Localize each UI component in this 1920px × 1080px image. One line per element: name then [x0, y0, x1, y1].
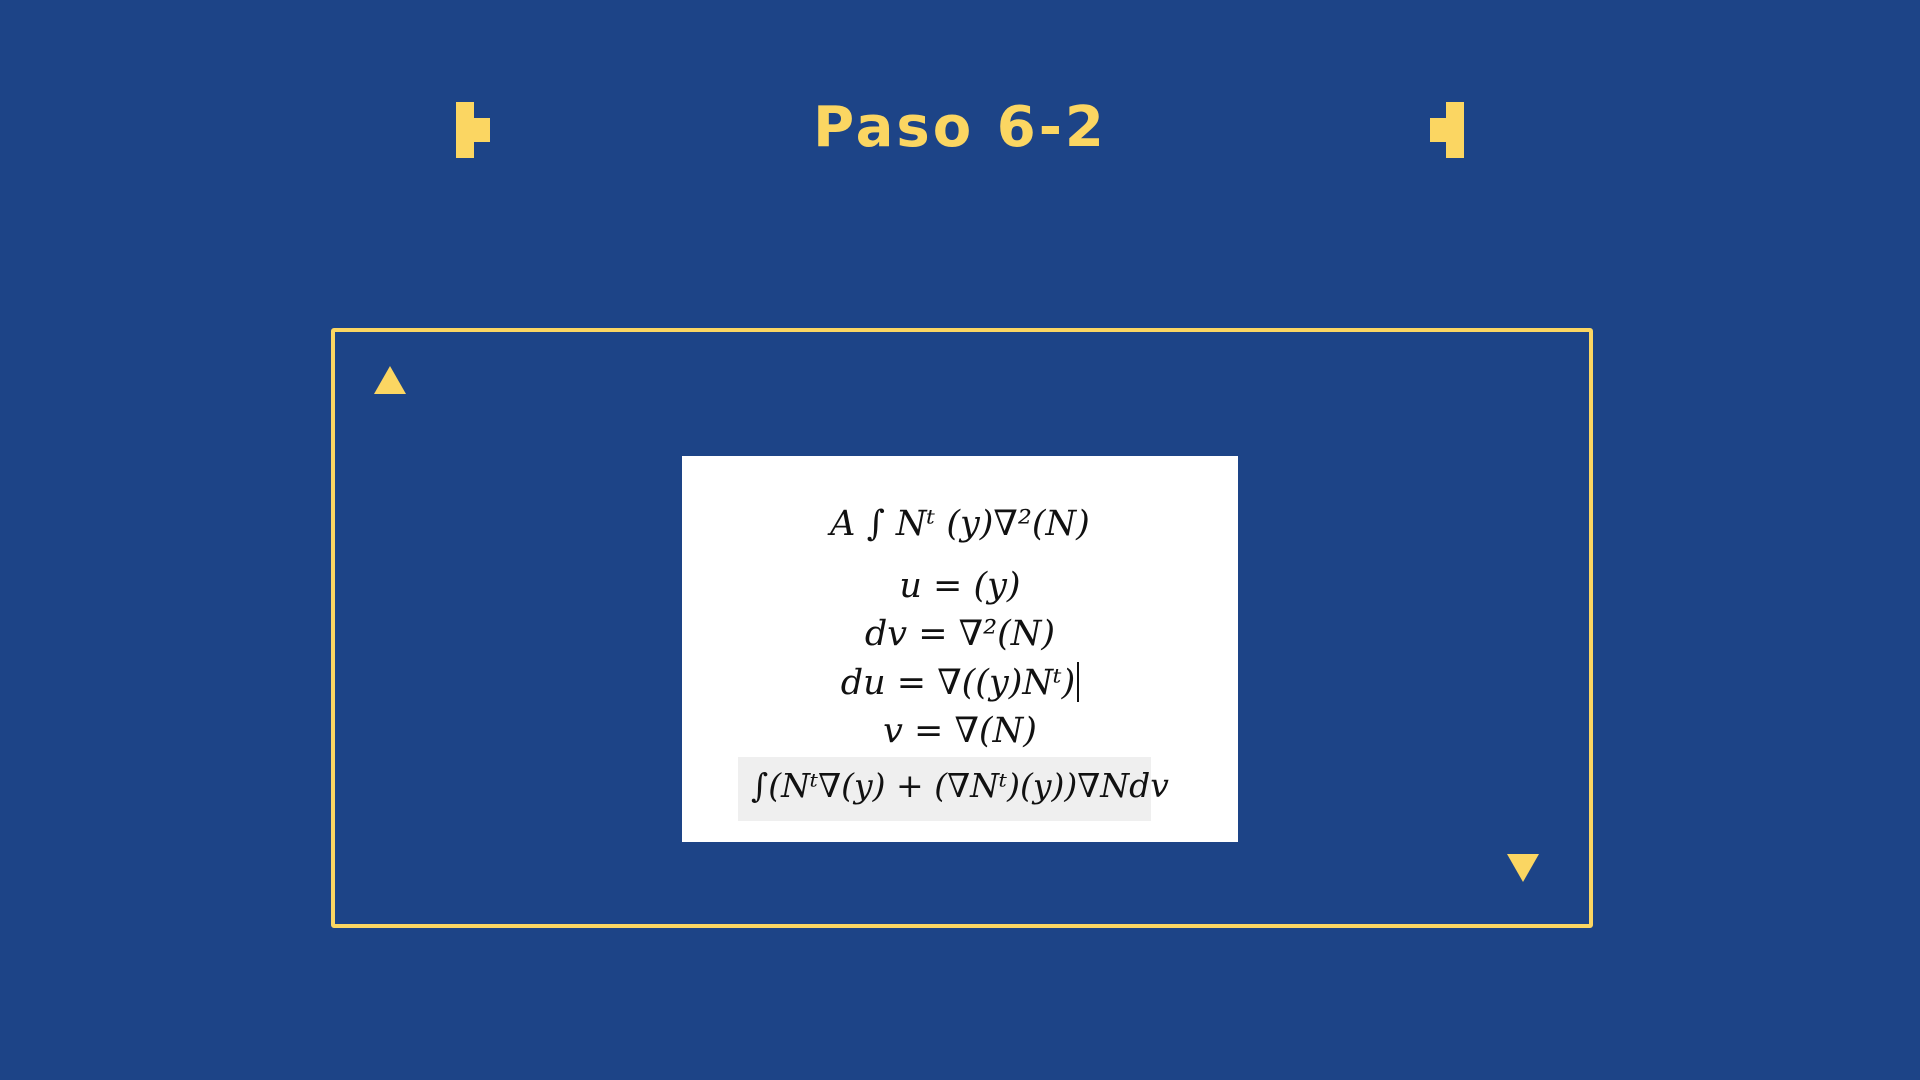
triangle-down-icon [1507, 854, 1539, 882]
equation-result: ∫(Nᵗ∇(y) + (∇Nᵗ)(y))∇Ndv [751, 766, 1169, 805]
equation-du-text: du = ∇((y)Nᵗ) [840, 663, 1076, 703]
equation-v: v = ∇(N) [883, 711, 1037, 751]
equation-integral-text: A ∫ Nᵗ (y)∇²(N) [830, 504, 1090, 544]
right-bracket-icon [1430, 102, 1464, 158]
slide-title: Paso 6-2 [813, 95, 1107, 160]
equation-image: A ∫ Nᵗ (y)∇²(N) u = (y) dv = ∇²(N) du = … [682, 456, 1238, 842]
equation-du: du = ∇((y)Nᵗ) [682, 662, 1238, 703]
equation-dv: dv = ∇²(N) [864, 614, 1056, 654]
text-cursor [1077, 662, 1080, 702]
left-bracket-icon [456, 102, 490, 158]
equation-u: u = (y) [899, 566, 1021, 606]
triangle-up-icon [374, 366, 406, 394]
equation-integral: A ∫ Nᵗ (y)∇²(N) [682, 504, 1238, 544]
